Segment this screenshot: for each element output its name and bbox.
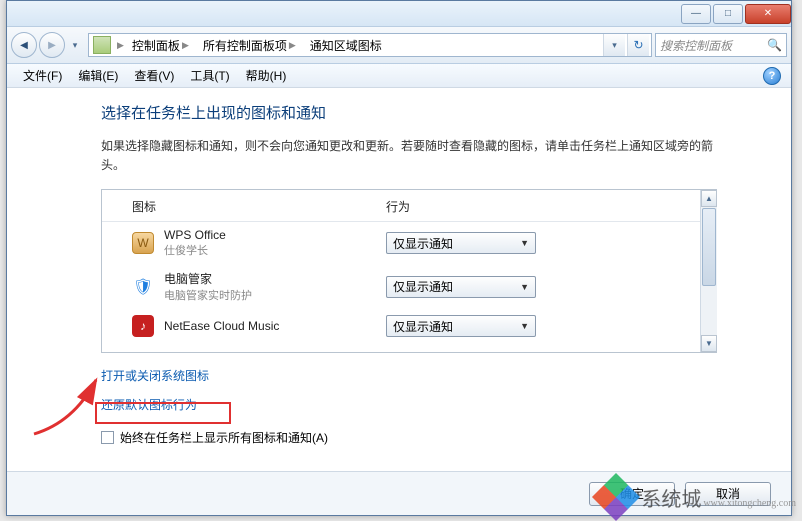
always-show-checkbox[interactable] bbox=[101, 431, 114, 444]
navbar: ▶ 控制面板▶ 所有控制面板项▶ 通知区域图标 搜索控制面板 🔍 bbox=[7, 27, 791, 64]
watermark-url: www.xitongcheng.com bbox=[703, 498, 796, 509]
menubar: 文件(F) 编辑(E) 查看(V) 工具(T) 帮助(H) ? bbox=[7, 64, 791, 88]
help-icon[interactable]: ? bbox=[763, 67, 781, 85]
minimize-button[interactable]: — bbox=[681, 4, 711, 24]
back-button[interactable] bbox=[11, 32, 37, 58]
wps-icon: W bbox=[132, 232, 154, 254]
page-description: 如果选择隐藏图标和通知，则不会向您通知更改和更新。若要随时查看隐藏的图标，请单击… bbox=[101, 137, 721, 175]
scroll-down-button[interactable]: ▼ bbox=[701, 335, 717, 352]
breadcrumb[interactable]: 控制面板▶ bbox=[126, 34, 197, 56]
refresh-button[interactable] bbox=[627, 34, 649, 56]
scrollbar[interactable]: ▲ ▼ bbox=[700, 190, 717, 352]
search-placeholder: 搜索控制面板 bbox=[660, 37, 732, 54]
row-title: NetEase Cloud Music bbox=[164, 319, 386, 333]
chevron-down-icon: ▼ bbox=[520, 282, 529, 292]
window-controls: — □ ✕ bbox=[679, 4, 791, 24]
link-restore-defaults[interactable]: 还原默认图标行为 bbox=[101, 396, 197, 413]
content-area: 选择在任务栏上出现的图标和通知 如果选择隐藏图标和通知，则不会向您通知更改和更新… bbox=[7, 88, 791, 471]
checkbox-label: 始终在任务栏上显示所有图标和通知(A) bbox=[120, 429, 328, 446]
control-panel-window: — □ ✕ ▶ 控制面板▶ 所有控制面板项▶ 通知区域图标 搜索控制面板 🔍 文… bbox=[6, 0, 792, 516]
menu-help[interactable]: 帮助(H) bbox=[238, 64, 295, 87]
select-value: 仅显示通知 bbox=[393, 278, 520, 295]
behavior-select[interactable]: 仅显示通知 ▼ bbox=[386, 276, 536, 298]
links-section: 打开或关闭系统图标 还原默认图标行为 始终在任务栏上显示所有图标和通知(A) bbox=[101, 367, 763, 446]
row-subtitle: 仕俊学长 bbox=[164, 242, 386, 258]
list-header: 图标 行为 bbox=[102, 190, 717, 222]
scroll-track[interactable] bbox=[701, 287, 717, 335]
watermark-text: 系统城 bbox=[641, 483, 701, 512]
row-title: 电脑管家 bbox=[164, 270, 386, 287]
column-behavior: 行为 bbox=[386, 198, 717, 215]
page-title: 选择在任务栏上出现的图标和通知 bbox=[101, 102, 763, 123]
row-subtitle: 电脑管家实时防护 bbox=[164, 287, 386, 303]
shield-icon: 🛡 bbox=[132, 276, 154, 298]
address-bar[interactable]: ▶ 控制面板▶ 所有控制面板项▶ 通知区域图标 bbox=[88, 33, 652, 57]
chevron-down-icon: ▼ bbox=[520, 238, 529, 248]
select-value: 仅显示通知 bbox=[393, 318, 520, 335]
icon-list: 图标 行为 W WPS Office 仕俊学长 仅显示通知 ▼ 🛡 bbox=[101, 189, 717, 353]
behavior-select[interactable]: 仅显示通知 ▼ bbox=[386, 232, 536, 254]
checkbox-row: 始终在任务栏上显示所有图标和通知(A) bbox=[101, 429, 763, 446]
menu-edit[interactable]: 编辑(E) bbox=[70, 64, 126, 87]
breadcrumb-label: 所有控制面板项 bbox=[203, 37, 287, 54]
behavior-select[interactable]: 仅显示通知 ▼ bbox=[386, 315, 536, 337]
list-body: W WPS Office 仕俊学长 仅显示通知 ▼ 🛡 电脑管家 电脑管家实时防… bbox=[102, 222, 717, 343]
breadcrumb[interactable]: 所有控制面板项▶ bbox=[197, 34, 304, 56]
menu-tools[interactable]: 工具(T) bbox=[182, 64, 237, 87]
address-dropdown[interactable] bbox=[603, 34, 625, 56]
netease-icon: ♪ bbox=[132, 315, 154, 337]
row-title: WPS Office bbox=[164, 228, 386, 242]
list-item: 🛡 电脑管家 电脑管家实时防护 仅显示通知 ▼ bbox=[102, 264, 717, 309]
column-icon: 图标 bbox=[132, 198, 386, 215]
chevron-down-icon: ▼ bbox=[520, 321, 529, 331]
breadcrumb[interactable]: 通知区域图标 bbox=[304, 34, 388, 56]
close-button[interactable]: ✕ bbox=[745, 4, 791, 24]
list-item: ♪ NetEase Cloud Music 仅显示通知 ▼ bbox=[102, 309, 717, 343]
menu-file[interactable]: 文件(F) bbox=[15, 64, 70, 87]
maximize-button[interactable]: □ bbox=[713, 4, 743, 24]
menu-view[interactable]: 查看(V) bbox=[126, 64, 182, 87]
forward-button[interactable] bbox=[39, 32, 65, 58]
watermark: 系统城 www.xitongcheng.com bbox=[599, 480, 796, 514]
chevron-right-icon: ▶ bbox=[287, 40, 298, 51]
link-system-icons[interactable]: 打开或关闭系统图标 bbox=[101, 367, 209, 384]
scroll-thumb[interactable] bbox=[702, 208, 716, 286]
control-panel-icon bbox=[93, 36, 111, 54]
chevron-right-icon: ▶ bbox=[180, 40, 191, 51]
history-dropdown[interactable] bbox=[67, 33, 83, 58]
chevron-right-icon: ▶ bbox=[115, 40, 126, 51]
scroll-up-button[interactable]: ▲ bbox=[701, 190, 717, 207]
list-item: W WPS Office 仕俊学长 仅显示通知 ▼ bbox=[102, 222, 717, 264]
breadcrumb-label: 控制面板 bbox=[132, 37, 180, 54]
select-value: 仅显示通知 bbox=[393, 235, 520, 252]
search-icon: 🔍 bbox=[767, 38, 782, 52]
search-input[interactable]: 搜索控制面板 🔍 bbox=[655, 33, 787, 57]
titlebar: — □ ✕ bbox=[7, 1, 791, 27]
watermark-logo-icon bbox=[592, 473, 640, 521]
breadcrumb-label: 通知区域图标 bbox=[310, 37, 382, 54]
